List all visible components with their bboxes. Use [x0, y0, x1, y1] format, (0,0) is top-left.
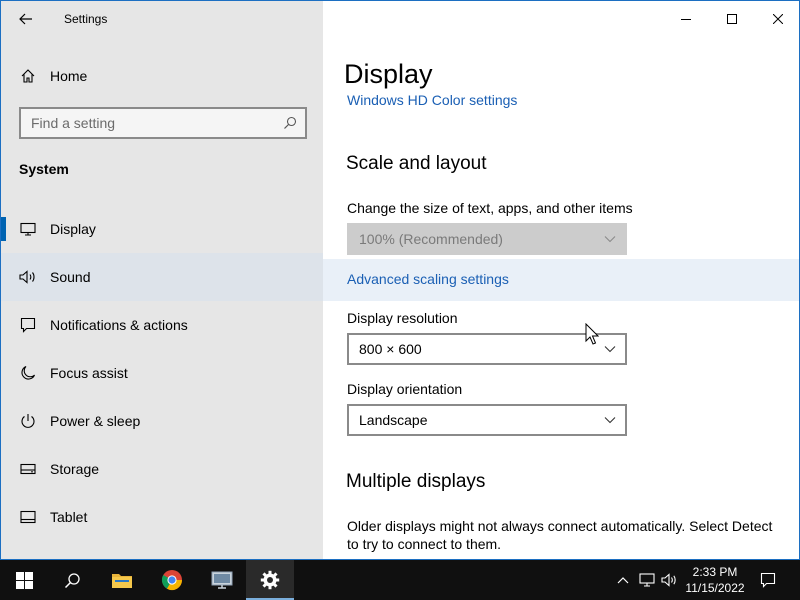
search-input[interactable] [21, 109, 275, 137]
storage-icon [19, 460, 37, 478]
advanced-scaling-link[interactable]: Advanced scaling settings [347, 271, 509, 287]
notification-icon [760, 572, 776, 588]
file-explorer-button[interactable] [98, 560, 146, 600]
sidebar-item-label: Focus assist [50, 365, 128, 381]
page-title: Display [344, 59, 433, 89]
chevron-down-icon [604, 346, 616, 353]
home-icon [20, 68, 36, 84]
hd-color-link-label: Windows HD Color settings [347, 95, 518, 108]
moon-icon [19, 364, 37, 382]
clock-time: 2:33 PM [692, 565, 738, 579]
scale-section-title: Scale and layout [346, 153, 487, 174]
sidebar-item-label: Display [50, 221, 96, 237]
clock[interactable]: 2:33 PM 11/15/2022 [680, 564, 750, 596]
main-content: Display Windows HD Color settings Scale … [323, 1, 799, 559]
network-button[interactable] [636, 560, 658, 600]
settings-window: Settings Home System Display [0, 0, 800, 560]
monitor-icon [19, 220, 37, 238]
settings-taskbar-button[interactable] [246, 560, 294, 600]
search-button[interactable] [48, 560, 96, 600]
multiple-displays-title: Multiple displays [346, 471, 486, 492]
speaker-icon [19, 268, 37, 286]
advanced-scaling-row: Advanced scaling settings [323, 259, 799, 301]
search-icon [64, 572, 80, 588]
scale-dropdown[interactable]: 100% (Recommended) [347, 223, 627, 255]
windows-logo-icon [15, 571, 33, 589]
search-box[interactable] [19, 107, 307, 139]
network-icon [639, 573, 655, 587]
monitor-app-icon [211, 571, 233, 589]
scale-label: Change the size of text, apps, and other… [347, 200, 633, 216]
maximize-button[interactable] [709, 1, 755, 37]
minimize-button[interactable] [663, 1, 709, 37]
folder-icon [112, 574, 132, 588]
hd-color-link[interactable]: Windows HD Color settings [347, 95, 517, 109]
close-button[interactable] [755, 1, 799, 37]
volume-button[interactable] [658, 560, 680, 600]
chevron-down-icon [604, 236, 616, 243]
orientation-label: Display orientation [347, 381, 463, 397]
back-button[interactable] [11, 5, 41, 33]
sidebar-item-label: Storage [50, 461, 100, 477]
resolution-value: 800 × 600 [359, 341, 422, 357]
volume-icon [661, 573, 676, 587]
sidebar-item-power[interactable]: Power & sleep [1, 397, 323, 445]
multiple-displays-text: Older displays might not always connect … [347, 518, 773, 552]
sidebar-item-label: Sound [50, 269, 91, 285]
sidebar-item-display[interactable]: Display [1, 205, 323, 253]
remote-app-button[interactable] [198, 560, 246, 600]
chrome-button[interactable] [148, 560, 196, 600]
sidebar: Settings Home System Display [1, 1, 323, 559]
sidebar-item-label: Power & sleep [50, 413, 141, 429]
back-arrow-icon [19, 13, 32, 25]
chevron-down-icon [604, 417, 616, 424]
caption-buttons [663, 1, 799, 37]
notification-icon [19, 316, 37, 334]
action-center-button[interactable] [754, 560, 782, 600]
power-icon [19, 412, 37, 430]
minimize-icon [681, 19, 691, 20]
sidebar-item-storage[interactable]: Storage [1, 445, 323, 493]
mouse-cursor-icon [585, 323, 599, 345]
scale-value: 100% (Recommended) [359, 231, 503, 247]
tablet-icon [19, 508, 37, 526]
search-icon[interactable] [275, 109, 305, 137]
sidebar-item-label: Tablet [50, 509, 88, 525]
section-title: System [19, 161, 69, 177]
chevron-up-icon [617, 577, 629, 584]
orientation-value: Landscape [359, 412, 428, 428]
gear-icon [260, 570, 280, 590]
sidebar-item-sound[interactable]: Sound [1, 253, 323, 301]
start-button[interactable] [0, 560, 48, 600]
app-title: Settings [64, 12, 108, 26]
sidebar-item-tablet[interactable]: Tablet [1, 493, 323, 541]
home-label: Home [50, 68, 88, 84]
titlebar: Settings [1, 1, 323, 37]
maximize-icon [727, 14, 737, 24]
taskbar: 2:33 PM 11/15/2022 [0, 560, 800, 600]
clock-date: 11/15/2022 [685, 581, 745, 595]
orientation-dropdown[interactable]: Landscape [347, 404, 627, 436]
resolution-label: Display resolution [347, 310, 458, 326]
tray-overflow-button[interactable] [612, 560, 634, 600]
sidebar-item-home[interactable]: Home [1, 59, 323, 93]
sidebar-item-label: Notifications & actions [50, 317, 188, 333]
sidebar-item-notifications[interactable]: Notifications & actions [1, 301, 323, 349]
sidebar-nav: Display Sound Notifications & actions Fo… [1, 205, 323, 541]
close-icon [773, 14, 783, 24]
chrome-icon [161, 570, 183, 591]
sidebar-item-focus-assist[interactable]: Focus assist [1, 349, 323, 397]
